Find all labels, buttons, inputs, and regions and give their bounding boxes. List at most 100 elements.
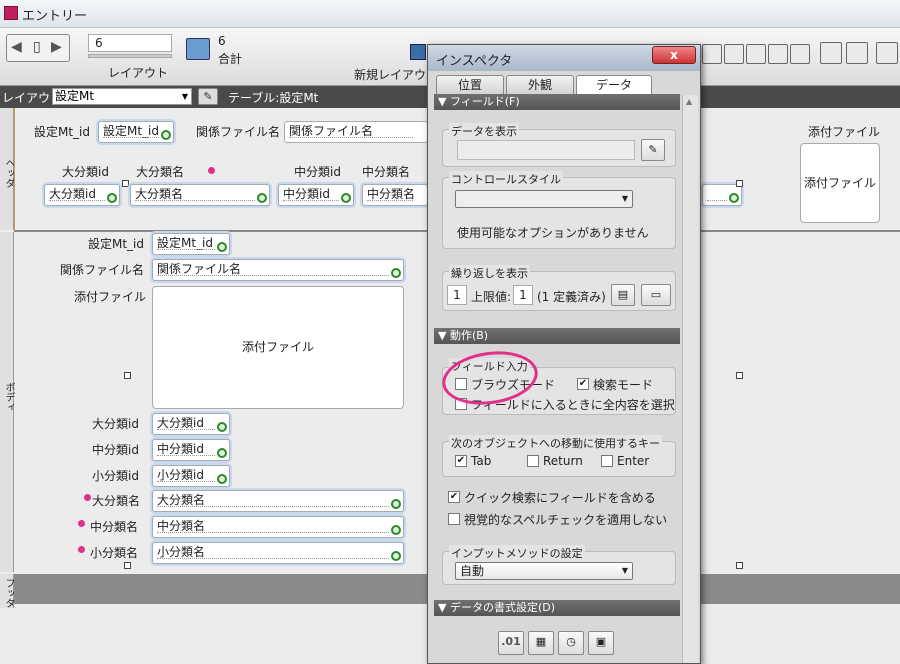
body-field-related-file[interactable]: 関係ファイル名 <box>152 259 404 281</box>
input-method-label: インプットメソッドの設定 <box>449 545 585 561</box>
section-behavior-header[interactable]: ▼ 動作(B) <box>434 328 680 344</box>
body-field-middle-name[interactable]: 中分類名 <box>152 516 404 538</box>
header-field-setting-id[interactable]: 設定Mt_id <box>98 121 174 143</box>
highlight-dot <box>78 520 85 527</box>
brush-icon[interactable] <box>876 42 898 64</box>
chart-icon[interactable] <box>768 44 788 64</box>
vertical-repeat-icon[interactable]: ▤ <box>611 284 635 306</box>
selection-handle[interactable] <box>122 180 129 187</box>
record-slider[interactable] <box>88 54 172 58</box>
highlight-dot <box>84 494 91 501</box>
body-field-minor-id[interactable]: 小分類id <box>152 465 230 487</box>
calendar-icon[interactable]: ▦ <box>528 631 554 655</box>
header-field-major-id[interactable]: 大分類id <box>44 184 120 206</box>
repeat-from-field[interactable]: 1 <box>447 285 467 305</box>
window-title: エントリー <box>22 9 88 24</box>
pencil-icon[interactable]: ✎ <box>641 139 665 161</box>
repeat-max-field[interactable]: 1 <box>513 285 533 305</box>
find-mode-checkbox[interactable]: ✔ <box>577 378 589 390</box>
body-label-middle-id: 中分類id <box>92 443 139 457</box>
no-spell-checkbox[interactable] <box>448 513 460 525</box>
selection-handle[interactable] <box>124 562 131 569</box>
selection-handle[interactable] <box>736 562 743 569</box>
number-format-button[interactable]: .01 <box>498 631 524 655</box>
camera-icon[interactable] <box>790 44 810 64</box>
body-field-minor-name[interactable]: 小分類名 <box>152 542 404 564</box>
clock-icon[interactable]: ◷ <box>558 631 584 655</box>
inspector-scrollbar[interactable]: ▲ <box>682 95 698 663</box>
repeat-label: 繰り返しを表示 <box>449 265 530 281</box>
header-field-middle-name[interactable]: 中分類名 <box>362 184 428 206</box>
input-method-group: インプットメソッドの設定 自動 <box>442 545 676 585</box>
find-mode-label: 検索モード <box>593 378 654 392</box>
record-number-field[interactable]: 6 <box>88 34 172 52</box>
body-label-attachment: 添付ファイル <box>74 290 147 304</box>
inspector-panel: インスペクタ x 位置 外観 データ ▼ フィールド(F) データを表示 ✎ コ… <box>427 44 701 664</box>
nav-keys-label: 次のオブジェクトへの移動に使用するキー <box>449 435 662 451</box>
export-icon[interactable] <box>846 42 868 64</box>
nav-keys-group: 次のオブジェクトへの移動に使用するキー ✔ Tab Return Enter <box>442 435 676 477</box>
return-key-label: Return <box>543 454 583 468</box>
form-view-icon[interactable] <box>724 44 744 64</box>
input-method-dropdown[interactable]: 自動 <box>455 562 633 580</box>
body-label-minor-id: 小分類id <box>92 469 139 483</box>
list-view-icon[interactable] <box>746 44 766 64</box>
section-field-header[interactable]: ▼ フィールド(F) <box>434 94 680 110</box>
tab-key-checkbox[interactable]: ✔ <box>455 455 467 467</box>
body-label-major-id: 大分類id <box>92 417 139 431</box>
tab-appearance[interactable]: 外観 <box>506 75 574 94</box>
tab-position[interactable]: 位置 <box>436 75 504 94</box>
body-field-setting-id[interactable]: 設定Mt_id <box>152 233 230 255</box>
layout-select[interactable]: 設定Mt <box>52 88 192 105</box>
quick-find-checkbox[interactable]: ✔ <box>448 491 460 503</box>
header-field-related-file[interactable]: 関係ファイル名 <box>284 121 428 143</box>
record-count: 6 <box>218 34 226 48</box>
horizontal-repeat-icon[interactable]: ▭ <box>641 284 671 306</box>
next-record-icon[interactable]: ▶ <box>51 39 62 55</box>
record-navigator[interactable]: ◀ ▯ ▶ <box>6 34 70 62</box>
body-field-major-id[interactable]: 大分類id <box>152 413 230 435</box>
book-icon: ▯ <box>33 39 41 55</box>
layout-tool-icon[interactable] <box>702 44 722 64</box>
prev-record-icon[interactable]: ◀ <box>11 39 22 55</box>
window-titlebar: エントリー <box>0 0 900 28</box>
header-label-setting-id: 設定Mt_id <box>34 125 91 139</box>
edit-layout-icon[interactable]: ✎ <box>198 88 218 105</box>
selection-handle[interactable] <box>736 372 743 379</box>
header-band-tab[interactable]: ヘッダ <box>0 108 14 230</box>
close-button[interactable]: x <box>652 46 696 64</box>
body-band-tab[interactable]: ボディ <box>0 232 14 572</box>
selection-handle[interactable] <box>736 180 743 187</box>
new-layout-icon[interactable] <box>410 44 426 60</box>
header-container-attachment[interactable]: 添付ファイル <box>800 143 880 223</box>
new-layout-label: 新規レイアウ <box>354 68 427 82</box>
header-field-major-name[interactable]: 大分類名 <box>130 184 270 206</box>
triangle-down-icon: ▼ <box>438 329 450 342</box>
inspector-titlebar[interactable]: インスペクタ x <box>428 45 700 71</box>
selection-handle[interactable] <box>124 372 131 379</box>
header-field-middle-id[interactable]: 中分類id <box>278 184 354 206</box>
tab-data[interactable]: データ <box>576 75 652 94</box>
enter-key-checkbox[interactable] <box>601 455 613 467</box>
download-icon[interactable] <box>820 42 842 64</box>
no-spell-label: 視覚的なスペルチェックを適用しない <box>464 513 668 527</box>
footer-band-tab[interactable]: フッタ <box>0 574 14 608</box>
control-style-label: コントロールスタイル <box>449 171 563 187</box>
display-data-field[interactable] <box>457 140 635 160</box>
control-style-group: コントロールスタイル 使用可能なオプションがありません <box>442 171 676 249</box>
return-key-checkbox[interactable] <box>527 455 539 467</box>
quick-find-label: クイック検索にフィールドを含める <box>464 491 656 505</box>
scroll-up-icon[interactable]: ▲ <box>686 97 692 106</box>
body-field-major-name[interactable]: 大分類名 <box>152 490 404 512</box>
image-format-icon[interactable]: ▣ <box>588 631 614 655</box>
section-format-header[interactable]: ▼ データの書式設定(D) <box>434 600 680 616</box>
body-container-attachment[interactable]: 添付ファイル <box>152 286 404 409</box>
header-label-major-name: 大分類名 <box>136 165 185 179</box>
header-label-attachment: 添付ファイル <box>808 125 881 139</box>
control-style-dropdown[interactable] <box>455 190 633 208</box>
highlight-dot <box>78 546 85 553</box>
header-field-partial[interactable] <box>702 184 742 206</box>
header-label-middle-id: 中分類id <box>294 165 341 179</box>
repeat-group: 繰り返しを表示 1 上限値: 1 (1 定義済み) ▤ ▭ <box>442 265 676 311</box>
body-field-middle-id[interactable]: 中分類id <box>152 439 230 461</box>
